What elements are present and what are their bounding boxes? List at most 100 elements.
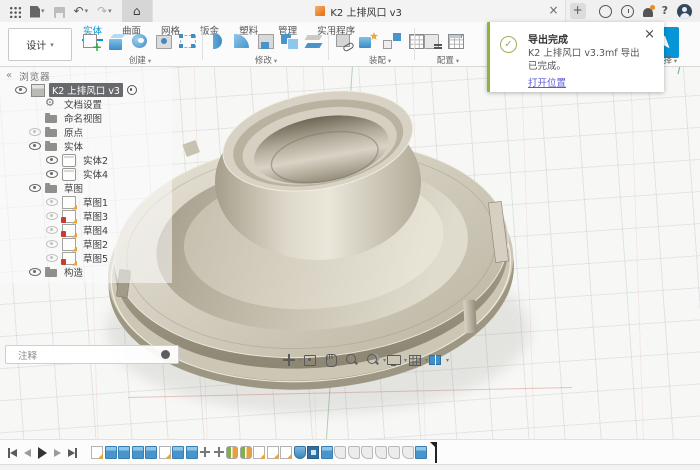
- timeline-feature-icon[interactable]: [321, 446, 333, 459]
- visibility-eye-icon[interactable]: [46, 198, 58, 206]
- open-location-link[interactable]: 打开位置: [528, 75, 566, 89]
- close-tab-icon[interactable]: ×: [549, 2, 559, 18]
- comment-marker-icon[interactable]: [161, 350, 170, 359]
- collapse-panel-icon[interactable]: «: [6, 70, 13, 81]
- visibility-eye-icon[interactable]: [29, 184, 41, 192]
- timeline-feature-icon[interactable]: [186, 446, 198, 459]
- save-icon[interactable]: [54, 7, 65, 18]
- timeline-feature-icon[interactable]: [118, 446, 130, 459]
- timeline-feature-icon[interactable]: [267, 446, 279, 459]
- tree-item-label[interactable]: K2 上排风口 v3: [49, 83, 123, 97]
- look-at-icon[interactable]: [302, 352, 318, 368]
- document-tab[interactable]: K2 上排风口 v3 ×: [152, 0, 566, 22]
- rim-tab-top-left[interactable]: [182, 140, 200, 157]
- grid-snap-icon[interactable]: ▾: [407, 352, 423, 368]
- tree-item-label[interactable]: 命名视图: [61, 111, 105, 125]
- redo-button[interactable]: ↷▾: [88, 4, 112, 18]
- tree-item-label[interactable]: 草图1: [80, 195, 111, 209]
- extrude-icon[interactable]: [106, 32, 126, 51]
- tree-item-label[interactable]: 草图3: [80, 209, 111, 223]
- orbit-icon[interactable]: ▾: [281, 352, 297, 368]
- browser-row[interactable]: 实体2: [0, 153, 172, 167]
- configuration-icon[interactable]: [422, 32, 442, 51]
- fillet-icon[interactable]: [232, 32, 252, 51]
- pan-hand-icon[interactable]: [323, 352, 339, 368]
- tree-item-label[interactable]: 草图2: [80, 237, 111, 251]
- tree-item-label[interactable]: 实体2: [80, 153, 111, 167]
- undo-button[interactable]: ↶▾: [65, 4, 89, 18]
- notification-close-icon[interactable]: ×: [644, 27, 655, 42]
- timeline-feature-icon[interactable]: [402, 446, 414, 459]
- browser-row[interactable]: 实体4: [0, 167, 172, 181]
- modify-group-label[interactable]: 修改: [208, 54, 324, 66]
- press-pull-icon[interactable]: [208, 32, 228, 51]
- configure-group-label[interactable]: 配置: [420, 54, 476, 66]
- browser-row[interactable]: 草图1: [0, 195, 172, 209]
- timeline-feature-icon[interactable]: [348, 446, 360, 459]
- pattern-icon[interactable]: [178, 32, 198, 51]
- workspace-selector[interactable]: 设计: [8, 28, 72, 61]
- visibility-eye-icon[interactable]: [46, 240, 58, 248]
- visibility-eye-icon[interactable]: [46, 226, 58, 234]
- timeline-feature-icon[interactable]: [105, 446, 117, 459]
- create-group-label[interactable]: 创建: [82, 54, 198, 66]
- tree-item-label[interactable]: 实体: [61, 139, 86, 153]
- viewports-icon[interactable]: ▾: [428, 352, 444, 368]
- align-icon[interactable]: [382, 32, 402, 51]
- timeline-feature-icon[interactable]: [199, 446, 211, 459]
- step-back-button[interactable]: [24, 449, 31, 457]
- timeline-feature-icon[interactable]: [307, 446, 319, 459]
- browser-row[interactable]: 草图5: [0, 251, 172, 265]
- visibility-eye-icon[interactable]: [29, 128, 41, 136]
- browser-row[interactable]: 命名视图: [0, 111, 172, 125]
- rim-tab-right[interactable]: [463, 300, 477, 334]
- combine-icon[interactable]: [280, 32, 300, 51]
- fit-zoom-icon[interactable]: ▾: [365, 352, 381, 368]
- new-component-icon[interactable]: [334, 32, 354, 51]
- tree-item-label[interactable]: 文档设置: [61, 97, 105, 111]
- new-tab-button[interactable]: +: [570, 3, 586, 19]
- timeline-feature-icon[interactable]: [253, 446, 265, 459]
- tree-item-label[interactable]: 原点: [61, 125, 86, 139]
- tree-item-label[interactable]: 实体4: [80, 167, 111, 181]
- go-to-end-button[interactable]: [68, 448, 77, 458]
- visibility-eye-icon[interactable]: [29, 142, 41, 150]
- file-menu[interactable]: ▾: [21, 5, 45, 18]
- visibility-eye-icon[interactable]: [46, 212, 58, 220]
- joint-icon[interactable]: [358, 32, 378, 51]
- split-body-icon[interactable]: [304, 32, 324, 51]
- timeline-feature-icon[interactable]: [388, 446, 400, 459]
- activate-component-radio[interactable]: [127, 85, 137, 95]
- hole-icon[interactable]: [154, 32, 174, 51]
- browser-row[interactable]: 草图4: [0, 223, 172, 237]
- visibility-eye-icon[interactable]: [29, 268, 41, 276]
- account-avatar[interactable]: [677, 4, 692, 19]
- play-button[interactable]: [38, 447, 47, 459]
- browser-panel-header[interactable]: « 浏览器: [0, 68, 172, 83]
- tree-item-label[interactable]: 草图4: [80, 223, 111, 237]
- timeline-feature-icon[interactable]: [334, 446, 346, 459]
- go-to-start-button[interactable]: [8, 448, 17, 458]
- visibility-eye-icon[interactable]: [15, 86, 27, 94]
- tree-item-label[interactable]: 构造: [61, 265, 86, 279]
- notifications-bell-icon[interactable]: [643, 8, 653, 17]
- timeline-feature-icon[interactable]: [415, 446, 427, 459]
- browser-row[interactable]: K2 上排风口 v3: [0, 83, 172, 97]
- timeline-position-marker[interactable]: [430, 442, 438, 464]
- browser-row[interactable]: 草图: [0, 181, 172, 195]
- step-forward-button[interactable]: [54, 449, 61, 457]
- tree-item-label[interactable]: 草图: [61, 181, 86, 195]
- app-grid-menu-icon[interactable]: [9, 6, 21, 18]
- browser-row[interactable]: 文档设置: [0, 97, 172, 111]
- visibility-eye-icon[interactable]: [46, 254, 58, 262]
- help-icon[interactable]: ?: [662, 4, 668, 18]
- job-status-icon[interactable]: [599, 5, 612, 18]
- timeline-feature-icon[interactable]: [226, 446, 238, 459]
- browser-row[interactable]: 构造: [0, 265, 172, 279]
- timeline-feature-icon[interactable]: [240, 446, 252, 459]
- zoom-icon[interactable]: [344, 352, 360, 368]
- browser-row[interactable]: 草图2: [0, 237, 172, 251]
- tree-item-label[interactable]: 草图5: [80, 251, 111, 265]
- timeline-feature-icon[interactable]: [159, 446, 171, 459]
- recent-icon[interactable]: [621, 5, 634, 18]
